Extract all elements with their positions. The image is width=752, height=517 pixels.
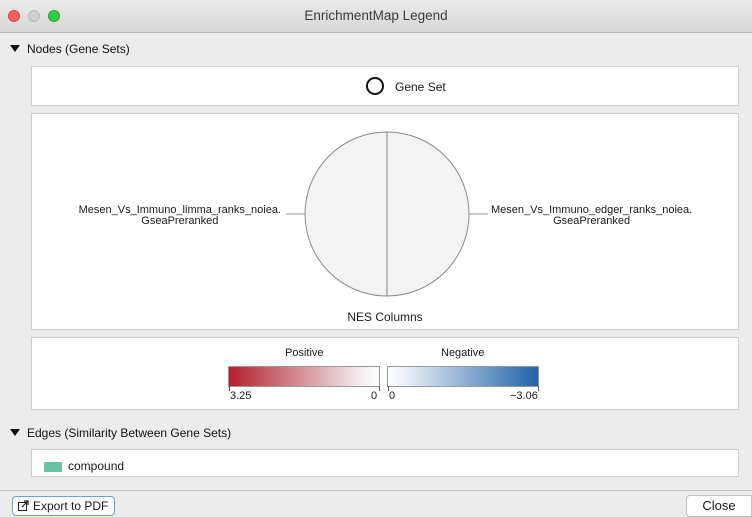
positive-title: Positive — [285, 347, 324, 359]
window-title: EnrichmentMap Legend — [304, 8, 448, 23]
nes-chart-panel: Mesen_Vs_Immuno_limma_ranks_noiea. GseaP… — [31, 113, 739, 330]
tick — [379, 386, 380, 391]
negative-max-value: −3.06 — [510, 390, 538, 402]
nodes-section-toggle[interactable]: Nodes (Gene Sets) — [10, 42, 130, 56]
color-scale-panel: Positive Negative 3.25 0 0 −3.06 — [31, 337, 739, 410]
legend-window: EnrichmentMap Legend Nodes (Gene Sets) G… — [0, 0, 752, 517]
export-button-label: Export to PDF — [33, 499, 109, 513]
nes-columns-caption: NES Columns — [347, 310, 423, 324]
positive-gradient — [228, 366, 380, 387]
negative-min-value: 0 — [389, 390, 396, 402]
triangle-down-icon — [10, 429, 20, 436]
export-to-pdf-button[interactable]: Export to PDF — [12, 496, 115, 516]
positive-max-value: 3.25 — [230, 390, 252, 402]
negative-gradient — [387, 366, 539, 387]
title-bar[interactable]: EnrichmentMap Legend — [0, 0, 752, 33]
gene-set-panel: Gene Set — [31, 66, 739, 106]
edge-item-label: compound — [68, 459, 125, 473]
positive-min-value: 0 — [371, 390, 378, 402]
gene-set-label: Gene Set — [395, 80, 446, 94]
nodes-section-title: Nodes (Gene Sets) — [27, 42, 130, 56]
right-series-label: Mesen_Vs_Immuno_edger_ranks_noiea. GseaP… — [491, 204, 693, 227]
gene-set-circle-icon — [366, 77, 384, 95]
tick — [538, 386, 539, 391]
compound-swatch — [44, 462, 62, 472]
edges-panel: compound — [31, 449, 739, 477]
footer-divider — [0, 490, 752, 491]
edges-section-title: Edges (Similarity Between Gene Sets) — [27, 426, 232, 440]
negative-title: Negative — [441, 347, 485, 359]
edges-section-toggle[interactable]: Edges (Similarity Between Gene Sets) — [10, 426, 231, 440]
close-button[interactable]: Close — [686, 495, 752, 517]
triangle-down-icon — [10, 45, 20, 52]
export-icon — [18, 500, 29, 511]
left-series-label: Mesen_Vs_Immuno_limma_ranks_noiea. GseaP… — [78, 204, 281, 227]
